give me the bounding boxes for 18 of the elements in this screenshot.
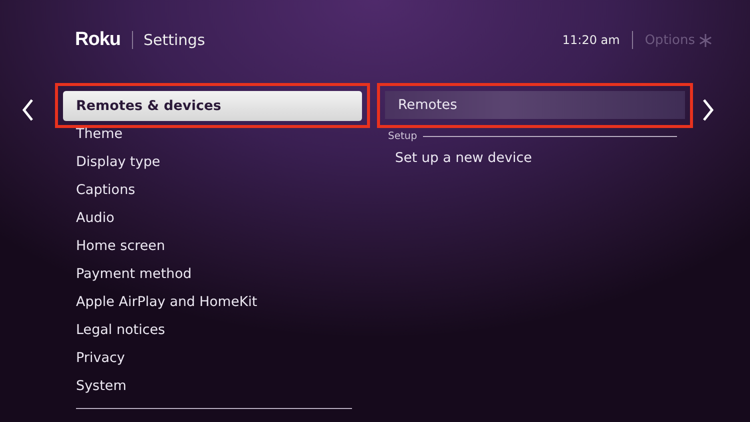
menu-item[interactable]: Remotes & devices bbox=[63, 91, 362, 121]
menu-item[interactable]: System bbox=[55, 372, 370, 400]
options-label: Options bbox=[644, 32, 695, 48]
menu-item[interactable]: Display type bbox=[55, 148, 370, 176]
panel-item[interactable]: Set up a new device bbox=[377, 144, 693, 172]
menu-item[interactable]: Legal notices bbox=[55, 316, 370, 344]
clock-time: 11:20 am bbox=[562, 33, 620, 47]
menu-item[interactable]: Audio bbox=[55, 204, 370, 232]
panel-item[interactable]: Remotes bbox=[385, 91, 685, 119]
menu-item[interactable]: Captions bbox=[55, 176, 370, 204]
menu-item[interactable]: Apple AirPlay and HomeKit bbox=[55, 288, 370, 316]
menu-item[interactable]: Privacy bbox=[55, 344, 370, 372]
logo: Roku bbox=[75, 29, 120, 51]
menu-item[interactable]: Home screen bbox=[55, 232, 370, 260]
menu-item[interactable]: Payment method bbox=[55, 260, 370, 288]
section-heading: Setup bbox=[388, 130, 418, 142]
menu-item[interactable]: Theme bbox=[55, 120, 370, 148]
page-title: Settings bbox=[144, 31, 206, 49]
